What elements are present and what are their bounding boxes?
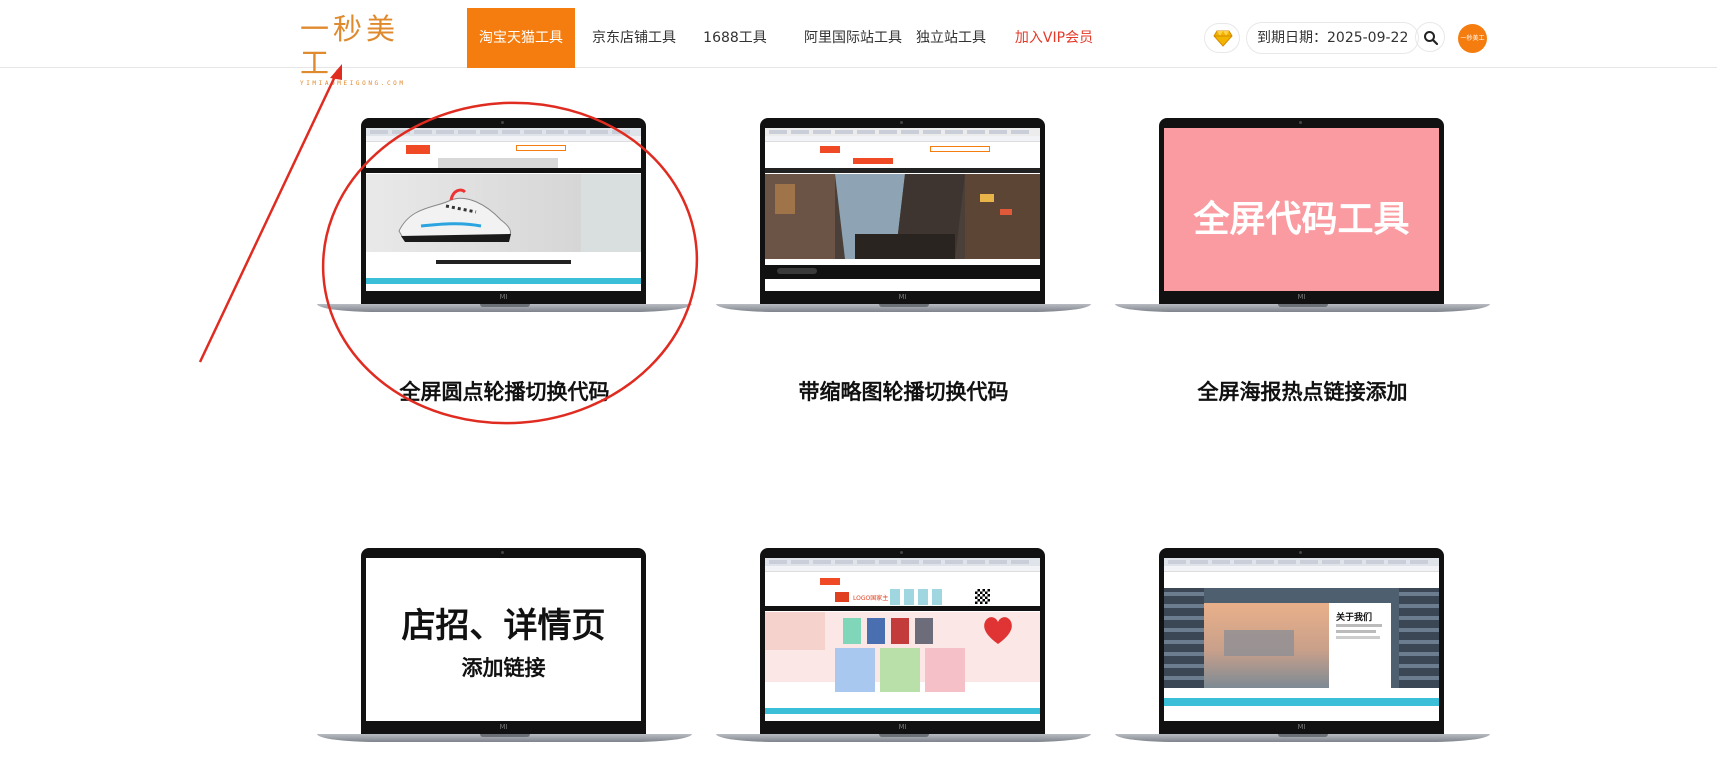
laptop-mockup: LOGO国家主 MI [716,548,1091,748]
user-avatar[interactable]: 一秒美工 [1458,24,1487,53]
card-title[interactable]: 带缩略图轮播切换代码 [716,376,1091,406]
laptop-mockup: MI [716,118,1091,318]
logo-subtext: YIMIAOMEIGONG.COM [300,80,406,87]
nav-1688[interactable]: 1688工具 [694,8,776,68]
laptop-screen [366,128,641,291]
nav-alibaba-intl[interactable]: 阿里国际站工具 [786,8,920,68]
laptop-screen: 店招、详情页 添加链接 [366,558,641,721]
nav-jd[interactable]: 京东店铺工具 [582,8,686,68]
nav-taobao-tmall[interactable]: 淘宝天猫工具 [467,8,575,68]
laptop-screen: LOGO国家主 [765,558,1040,721]
nav-independent-site[interactable]: 独立站工具 [912,8,990,68]
card-title[interactable]: 全屏圆点轮播切换代码 [317,376,692,406]
search-icon [1424,31,1439,46]
tool-card-thumbnail-carousel[interactable]: MI 带缩略图轮播切换代码 [716,118,1091,418]
laptop-screen: 关于我们 [1164,558,1439,721]
tool-card-about-us-popup[interactable]: 关于我们 MI [1115,548,1490,748]
street-photo [765,174,1040,259]
vip-badge[interactable] [1204,23,1240,53]
screen-headline: 店招、详情页 [401,606,606,646]
expire-date: 到期日期：2025-09-22 [1246,22,1420,54]
sneaker-image [398,188,512,242]
laptop-mockup: 全屏代码工具 MI [1115,118,1490,318]
heart-icon [984,617,1012,644]
site-header: 一秒美工 YIMIAOMEIGONG.COM 淘宝天猫工具 京东店铺工具 168… [0,0,1717,87]
screen-subline: 添加链接 [461,656,546,680]
tool-card-fullscreen-poster-hotspot[interactable]: 全屏代码工具 MI 全屏海报热点链接添加 [1115,118,1490,418]
tool-card-shop-sign-link[interactable]: 店招、详情页 添加链接 MI [317,548,692,748]
tool-card-product-showcase[interactable]: LOGO国家主 MI [716,548,1091,748]
laptop-mockup: 关于我们 MI [1115,548,1490,748]
tool-card-fullscreen-dot-carousel[interactable]: MI 全屏圆点轮播切换代码 [317,118,692,418]
laptop-screen: 全屏代码工具 [1164,128,1439,291]
screen-logo-text: LOGO国家主 [853,595,889,602]
diamond-icon [1213,30,1233,47]
nav-join-vip[interactable]: 加入VIP会员 [1010,8,1098,68]
search-button[interactable] [1415,22,1445,52]
laptop-mockup: MI [317,118,692,318]
screen-about-title: 关于我们 [1336,613,1373,623]
laptop-mockup: 店招、详情页 添加链接 MI [317,548,692,748]
logo-text: 一秒美工 [300,12,400,80]
site-logo[interactable]: 一秒美工 YIMIAOMEIGONG.COM [300,12,420,87]
card-title[interactable]: 全屏海报热点链接添加 [1115,376,1490,406]
screen-headline: 全屏代码工具 [1193,199,1410,240]
laptop-screen [765,128,1040,291]
